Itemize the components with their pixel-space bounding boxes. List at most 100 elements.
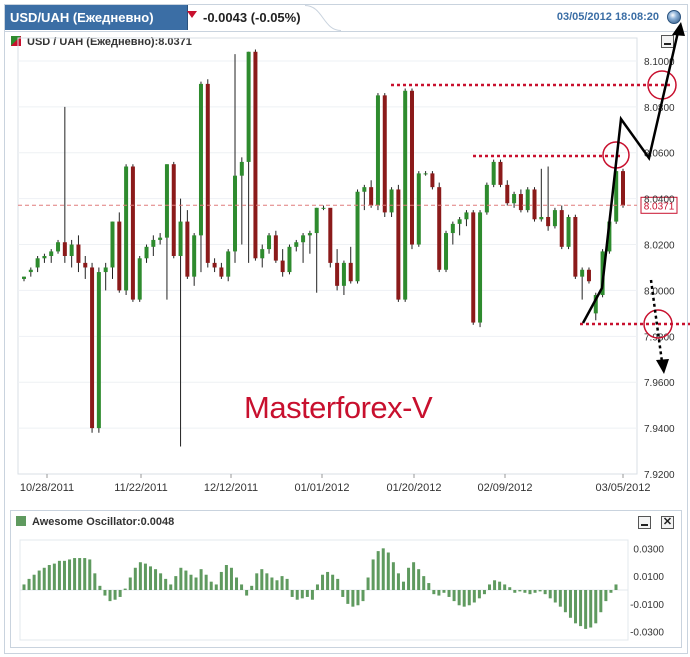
candle-up: [444, 233, 449, 270]
candle-up: [103, 267, 108, 273]
price-y-axis: 8.03718.10008.08008.06008.04008.02008.00…: [640, 57, 678, 481]
price-candles: [18, 49, 637, 447]
candle-up: [198, 83, 203, 236]
candle-up: [307, 233, 312, 236]
candle-down: [471, 212, 476, 323]
forecast-arrow-down: [656, 359, 669, 374]
candle-up: [552, 210, 557, 227]
candle-down: [586, 269, 591, 282]
candle-up: [287, 246, 292, 273]
candle-up: [478, 212, 483, 323]
candle-up: [484, 184, 489, 213]
candle-down: [62, 242, 67, 256]
candle-down: [573, 216, 578, 277]
candle-up: [28, 269, 33, 273]
candle-up: [457, 219, 462, 224]
candle-up: [35, 258, 40, 268]
candle-down: [76, 244, 81, 263]
candle-up: [403, 90, 408, 300]
candle-up: [178, 221, 183, 256]
price-y-tick: 7.9200: [644, 470, 675, 481]
oscillator-title: Awesome Oscillator:0.0048: [16, 513, 174, 531]
candle-up: [260, 249, 265, 259]
candle-up: [566, 216, 571, 247]
candle-up: [158, 237, 163, 240]
candle-down: [382, 95, 387, 213]
candle-down: [253, 51, 258, 259]
candle-down: [90, 267, 95, 429]
candle-down: [130, 166, 135, 300]
candle-down: [621, 171, 625, 206]
candle-down: [396, 189, 401, 300]
candle-up: [233, 175, 238, 252]
candle-down: [328, 207, 333, 263]
price-y-tick: 7.9600: [644, 378, 675, 389]
candle-down: [273, 235, 278, 261]
price-y-tick: 8.0000: [644, 286, 675, 297]
candle-up: [512, 194, 517, 204]
minimize-icon[interactable]: [638, 516, 651, 529]
candle-up: [301, 235, 306, 243]
candle-up: [56, 242, 61, 252]
price-x-tick: 03/05/2012: [595, 482, 650, 494]
forecast-path: [581, 31, 680, 324]
watermark-text: Masterforex-V: [244, 390, 433, 425]
candle-down: [518, 194, 523, 211]
candle-down: [117, 221, 122, 291]
price-x-tick: 01/20/2012: [386, 482, 441, 494]
candle-up: [321, 207, 326, 209]
candle-down: [430, 173, 435, 188]
price-x-tick: 11/22/2011: [114, 482, 167, 494]
candle-down: [335, 262, 340, 286]
candle-up: [267, 235, 272, 250]
price-x-axis: 10/28/2011 11/22/2011 12/12/2011 01/01/2012…: [20, 474, 651, 494]
candle-down: [437, 187, 442, 270]
candle-up: [22, 276, 26, 279]
candle-down: [409, 90, 414, 245]
price-x-tick: 10/28/2011: [20, 482, 74, 494]
candle-up: [164, 164, 169, 238]
price-y-tick: 8.0400: [644, 195, 675, 206]
candle-up: [423, 173, 428, 175]
candle-up: [49, 251, 54, 256]
candle-down: [559, 210, 564, 247]
candle-down: [171, 164, 176, 256]
price-y-tick: 8.0200: [644, 241, 675, 252]
candle-down: [83, 262, 88, 268]
candle-up: [96, 272, 101, 429]
close-icon[interactable]: ✕: [661, 516, 674, 529]
candle-up: [246, 51, 251, 162]
candle-up: [539, 216, 544, 220]
candle-up: [580, 269, 585, 277]
candle-up: [362, 187, 367, 192]
candle-down: [219, 267, 224, 277]
forecast-arrow-up: [672, 22, 685, 36]
candle-up: [226, 251, 231, 277]
candle-down: [546, 216, 551, 227]
candle-down: [532, 189, 537, 220]
candle-up: [151, 239, 156, 247]
candle-down: [212, 262, 217, 268]
candle-up: [314, 207, 319, 234]
candle-up: [450, 223, 455, 234]
candle-up: [416, 173, 421, 245]
candle-up: [144, 246, 149, 259]
price-x-tick: 02/09/2012: [477, 482, 532, 494]
candle-up: [341, 262, 346, 286]
candle-down: [280, 260, 285, 273]
candle-up: [525, 189, 530, 211]
price-x-tick: 01/01/2012: [294, 482, 349, 494]
candle-up: [69, 244, 74, 256]
price-x-tick: 12/12/2011: [204, 482, 258, 494]
candle-up: [375, 95, 380, 206]
oscillator-legend-icon: [16, 516, 26, 526]
candle-up: [464, 212, 469, 220]
candle-up: [491, 161, 496, 185]
candle-up: [137, 258, 142, 300]
price-y-tick: 7.9400: [644, 424, 675, 435]
candle-down: [348, 262, 353, 282]
candle-up: [124, 166, 129, 291]
candle-up: [42, 256, 47, 259]
candle-down: [505, 184, 510, 204]
candle-up: [110, 221, 115, 268]
